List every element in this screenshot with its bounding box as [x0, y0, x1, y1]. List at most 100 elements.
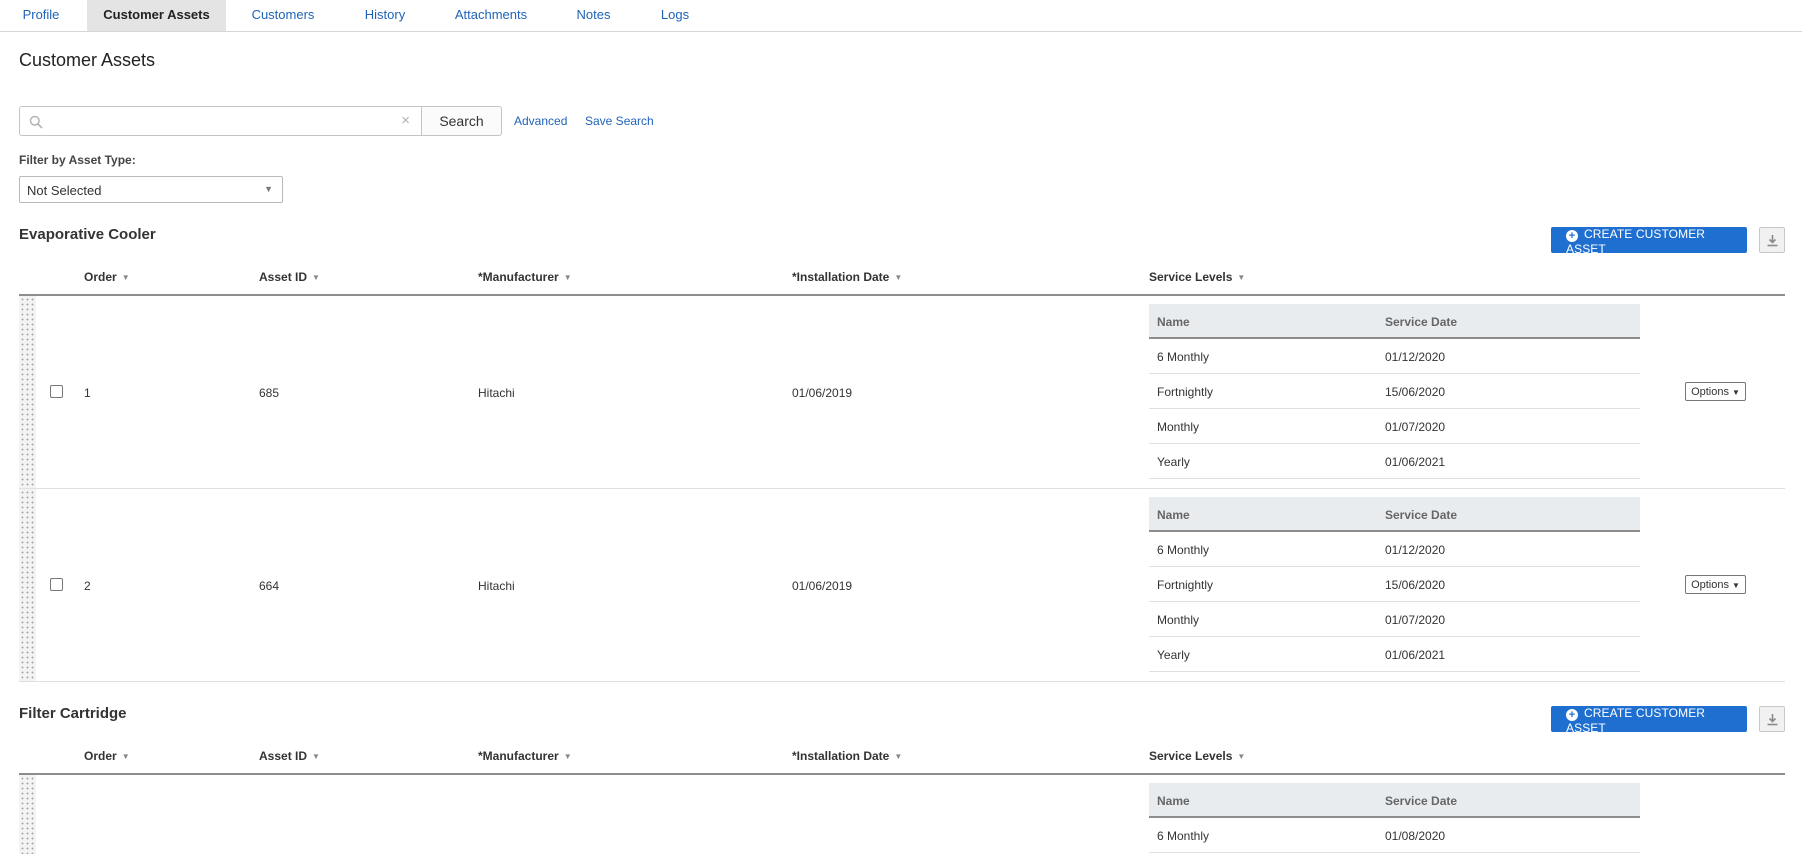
subheader-name: Name [1157, 794, 1190, 808]
service-levels-header: Name Service Date [1149, 783, 1640, 818]
service-level-name: Fortnightly [1157, 385, 1214, 399]
subheader-name: Name [1157, 508, 1190, 522]
service-levels-header: Name Service Date [1149, 497, 1640, 532]
save-search-link[interactable]: Save Search [585, 114, 654, 128]
service-level-row: Monthly 01/07/2020 [1149, 409, 1640, 444]
caret-down-icon: ▼ [1732, 580, 1740, 590]
sort-down-icon: ▼ [1237, 752, 1246, 761]
subheader-service-date: Service Date [1385, 315, 1458, 329]
create-customer-asset-button[interactable]: + CREATE CUSTOMER ASSET [1551, 706, 1747, 735]
download-icon [1767, 235, 1778, 247]
table-row: 1 685 Hitachi 01/06/2019 Name Service Da… [19, 296, 1785, 489]
service-level-date: 01/06/2021 [1385, 455, 1446, 469]
sort-down-icon: ▼ [894, 752, 903, 761]
plus-circle-icon: + [1566, 230, 1578, 242]
search-input[interactable] [50, 109, 380, 133]
drag-handle-icon[interactable] [19, 775, 36, 854]
service-level-row: 6 Monthly 01/08/2020 [1149, 818, 1640, 853]
table-row: Name Service Date 6 Monthly 01/08/2020 [19, 775, 1785, 854]
column-header-service-levels[interactable]: Service Levels ▼ [1149, 270, 1245, 284]
cell-installation-date: 01/06/2019 [792, 386, 853, 400]
drag-handle-icon[interactable] [19, 489, 36, 681]
service-level-row: Monthly 01/07/2020 [1149, 602, 1640, 637]
service-level-date: 01/08/2020 [1385, 829, 1446, 843]
service-level-row: Fortnightly 15/06/2020 [1149, 374, 1640, 409]
chevron-down-icon: ▼ [264, 184, 273, 194]
column-header-order[interactable]: Order ▼ [84, 749, 130, 763]
download-button[interactable] [1759, 227, 1785, 253]
cell-manufacturer: Hitachi [478, 386, 515, 400]
column-header-installation-date[interactable]: *Installation Date ▼ [792, 749, 902, 763]
clear-icon[interactable]: × [401, 112, 410, 129]
service-level-name: Yearly [1157, 648, 1190, 662]
tab-logs[interactable]: Logs [649, 0, 701, 31]
service-levels-header: Name Service Date [1149, 304, 1640, 339]
service-level-name: 6 Monthly [1157, 543, 1210, 557]
service-level-row: Fortnightly 15/06/2020 [1149, 567, 1640, 602]
sort-down-icon: ▼ [563, 273, 572, 282]
sort-down-icon: ▼ [312, 273, 320, 282]
cell-manufacturer: Hitachi [478, 579, 515, 593]
sort-down-icon: ▼ [121, 752, 130, 761]
service-level-row: Yearly 01/06/2021 [1149, 444, 1640, 479]
service-level-row: 6 Monthly 01/12/2020 [1149, 532, 1640, 567]
tab-customers[interactable]: Customers [240, 0, 326, 31]
column-header-manufacturer[interactable]: *Manufacturer ▼ [478, 270, 572, 284]
cell-asset-id: 685 [259, 386, 280, 400]
service-level-date: 15/06/2020 [1385, 385, 1446, 399]
service-levels-table: Name Service Date 6 Monthly 01/12/2020 F… [1149, 497, 1640, 672]
search-icon [29, 115, 43, 129]
search-box: × [19, 106, 422, 136]
cell-order: 1 [84, 386, 91, 400]
service-level-name: 6 Monthly [1157, 829, 1210, 843]
filter-label: Filter by Asset Type: [19, 153, 136, 167]
tab-bar: Profile Customer Assets Customers Histor… [0, 0, 1802, 32]
service-level-name: 6 Monthly [1157, 350, 1210, 364]
download-icon [1767, 714, 1778, 726]
service-level-name: Fortnightly [1157, 578, 1214, 592]
drag-handle-icon[interactable] [19, 296, 36, 488]
row-checkbox[interactable] [50, 385, 63, 398]
create-customer-asset-button[interactable]: + CREATE CUSTOMER ASSET [1551, 227, 1747, 256]
service-levels-table: Name Service Date 6 Monthly 01/12/2020 F… [1149, 304, 1640, 479]
plus-circle-icon: + [1566, 709, 1578, 721]
caret-down-icon: ▼ [1732, 387, 1740, 397]
create-button-label: CREATE CUSTOMER ASSET [1566, 706, 1706, 735]
section-title: Evaporative Cooler [19, 226, 156, 243]
sort-down-icon: ▼ [894, 273, 903, 282]
cell-order: 2 [84, 579, 91, 593]
service-level-date: 01/12/2020 [1385, 543, 1446, 557]
service-level-date: 01/06/2021 [1385, 648, 1446, 662]
column-header-asset-id[interactable]: Asset ID ▼ [259, 749, 320, 763]
service-level-row: Yearly 01/06/2021 [1149, 637, 1640, 672]
options-button[interactable]: Options ▼ [1685, 382, 1746, 401]
tab-profile[interactable]: Profile [0, 0, 82, 31]
advanced-search-link[interactable]: Advanced [514, 114, 567, 128]
column-header-asset-id[interactable]: Asset ID ▼ [259, 270, 320, 284]
service-level-date: 15/06/2020 [1385, 578, 1446, 592]
subheader-name: Name [1157, 315, 1190, 329]
tab-notes[interactable]: Notes [566, 0, 621, 31]
subheader-service-date: Service Date [1385, 508, 1458, 522]
sort-down-icon: ▼ [563, 752, 572, 761]
service-level-name: Monthly [1157, 613, 1200, 627]
sort-down-icon: ▼ [1237, 273, 1246, 282]
tab-attachments[interactable]: Attachments [445, 0, 537, 31]
tab-customer-assets[interactable]: Customer Assets [87, 0, 226, 31]
service-level-row: 6 Monthly 01/12/2020 [1149, 339, 1640, 374]
search-button[interactable]: Search [421, 106, 502, 136]
download-button[interactable] [1759, 706, 1785, 732]
column-header-order[interactable]: Order ▼ [84, 270, 130, 284]
options-button[interactable]: Options ▼ [1685, 575, 1746, 594]
cell-installation-date: 01/06/2019 [792, 579, 853, 593]
column-header-service-levels[interactable]: Service Levels ▼ [1149, 749, 1245, 763]
row-checkbox[interactable] [50, 578, 63, 591]
create-button-label: CREATE CUSTOMER ASSET [1566, 227, 1706, 256]
tab-history[interactable]: History [351, 0, 419, 31]
asset-type-select[interactable]: Not Selected ▼ [19, 176, 283, 203]
sort-down-icon: ▼ [312, 752, 320, 761]
page-title: Customer Assets [19, 50, 156, 70]
column-header-installation-date[interactable]: *Installation Date ▼ [792, 270, 902, 284]
asset-type-select-value: Not Selected [27, 183, 102, 198]
column-header-manufacturer[interactable]: *Manufacturer ▼ [478, 749, 572, 763]
